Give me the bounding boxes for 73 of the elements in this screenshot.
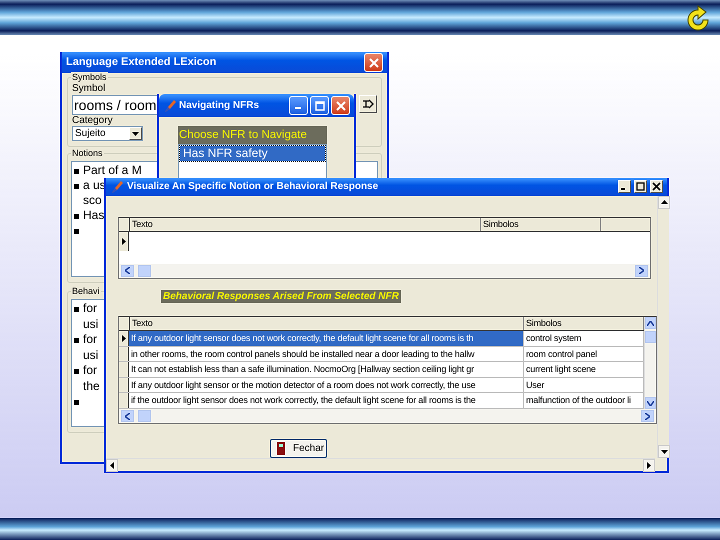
close-icon xyxy=(368,58,378,68)
bullet-icon xyxy=(74,184,79,188)
group-label: Behavi xyxy=(71,286,101,297)
table-cell: If any outdoor light sensor or the motion detector of a room does not work correctly, the use xyxy=(129,378,524,392)
door-icon xyxy=(277,442,285,455)
bullet-icon xyxy=(74,306,79,312)
field-label: Category xyxy=(72,115,113,126)
section-heading: Choose NFR to Navigate xyxy=(178,126,327,144)
field-label: Symbol xyxy=(72,83,106,95)
bullet-icon xyxy=(74,168,79,174)
symbol-field[interactable]: rooms / room xyxy=(72,95,157,115)
column-header[interactable]: Texto xyxy=(129,218,481,231)
section-heading: Behavioral Responses Arised From Selected NFR xyxy=(161,290,401,303)
row-header[interactable] xyxy=(119,378,129,392)
group-label: Symbols xyxy=(71,72,108,83)
close-button[interactable]: Fechar xyxy=(270,439,327,458)
row-pointer-icon xyxy=(122,238,126,245)
scroll-thumb[interactable] xyxy=(138,410,151,422)
scroll-right-button[interactable] xyxy=(643,459,655,472)
close-icon xyxy=(336,100,346,110)
scroll-left-button[interactable] xyxy=(106,459,118,472)
caret-icon xyxy=(132,132,139,136)
column-header[interactable]: Texto xyxy=(129,317,524,330)
right-arrow-icon xyxy=(647,462,651,469)
category-dropdown[interactable]: Sujeito xyxy=(72,126,143,141)
arrow-icon xyxy=(362,99,374,109)
scroll-up-button[interactable] xyxy=(645,317,656,330)
up-arrow-icon xyxy=(660,200,668,204)
pen-icon xyxy=(163,98,177,112)
table-cell: It can not establish less than a safe illumination. NocmoOrg [Hallway section ceiling light gr xyxy=(129,362,524,377)
list-item: Part of a M xyxy=(83,163,142,178)
row-pointer-icon xyxy=(122,334,126,342)
list-item: Has xyxy=(83,208,104,223)
bullet-icon xyxy=(74,400,79,405)
list-item: for the xyxy=(83,363,100,394)
row-header[interactable] xyxy=(119,393,129,408)
group-label: Notions xyxy=(71,148,104,159)
bullet-icon xyxy=(74,228,79,234)
scroll-left-button[interactable] xyxy=(121,264,134,277)
scroll-thumb[interactable] xyxy=(138,264,151,277)
dropdown-value: Sujeito xyxy=(74,127,107,141)
window-title: Navigating NFRs xyxy=(179,99,260,113)
maximize-button[interactable] xyxy=(634,180,647,194)
scroll-down-button[interactable] xyxy=(645,397,656,409)
left-arrow-icon xyxy=(110,462,114,469)
column-header[interactable]: Simbolos xyxy=(481,218,601,231)
scroll-down-button[interactable] xyxy=(658,445,670,458)
row-header[interactable] xyxy=(119,362,129,377)
close-button[interactable] xyxy=(650,180,663,194)
row-header[interactable] xyxy=(119,232,129,251)
bullet-icon xyxy=(74,338,79,343)
scroll-right-button[interactable] xyxy=(641,410,654,422)
pen-icon xyxy=(110,180,124,194)
minimize-button[interactable] xyxy=(618,180,631,194)
table-cell: in other rooms, the room control panels should be installed near a door leading to the hallw xyxy=(129,346,524,362)
window-title: Language Extended LExicon xyxy=(66,55,218,70)
scroll-thumb[interactable] xyxy=(645,331,656,344)
close-icon xyxy=(652,182,661,192)
scroll-right-button[interactable] xyxy=(635,264,648,277)
window-title: Visualize An Specific Notion or Behavioral Response xyxy=(127,180,380,194)
down-arrow-icon xyxy=(660,450,668,454)
bullet-icon xyxy=(74,368,79,374)
table-cell: If any outdoor light sensor does not work correctly, the default light scene for all rooms is th xyxy=(129,331,524,346)
row-header[interactable] xyxy=(119,331,129,346)
maximize-icon xyxy=(314,100,324,110)
row-header[interactable] xyxy=(119,346,129,362)
bullet-icon xyxy=(74,214,79,218)
go-button[interactable] xyxy=(359,95,377,113)
scroll-left-button[interactable] xyxy=(121,410,134,422)
table-cell: if the outdoor light sensor does not work correctly, the default light scene for all rooms is the xyxy=(129,393,524,408)
list-option[interactable]: Has NFR safety xyxy=(180,146,325,161)
scroll-up-button[interactable] xyxy=(658,196,670,209)
maximize-icon xyxy=(636,182,645,192)
